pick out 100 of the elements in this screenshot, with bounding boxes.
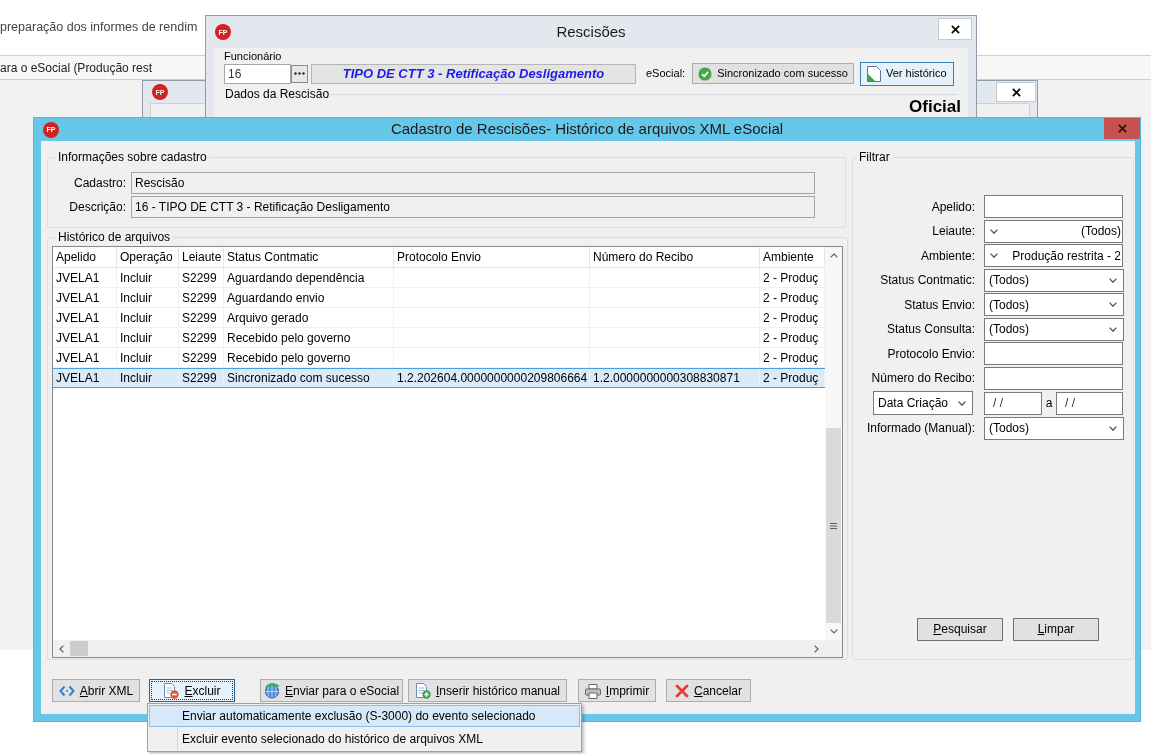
table-cell: Sincronizado com sucesso bbox=[224, 369, 394, 387]
table-cell: JVELA1 bbox=[53, 328, 117, 347]
input-field[interactable] bbox=[984, 342, 1123, 365]
group-title: Filtrar bbox=[858, 150, 891, 164]
field-label: eSocial: bbox=[646, 66, 686, 82]
chevron-right-icon bbox=[814, 644, 819, 653]
table-cell: Recebido pelo governo bbox=[224, 328, 394, 347]
menu-item[interactable]: Enviar automaticamente exclusão (S-3000) do evento selecionado bbox=[149, 705, 580, 727]
close-icon bbox=[1011, 87, 1021, 97]
table-cell: JVELA1 bbox=[53, 268, 117, 287]
table-cell: JVELA1 bbox=[53, 348, 117, 367]
field-label: Status Consulta: bbox=[885, 321, 975, 338]
search-button[interactable]: Pesquisar bbox=[917, 617, 1003, 641]
clear-button[interactable]: Limpar bbox=[1013, 617, 1099, 641]
field-label: Apelido: bbox=[930, 198, 975, 216]
table-cell: S2299 bbox=[179, 308, 224, 327]
table-row[interactable]: JVELA1 Incluir S2299 Recebido pelo governo 2 - Produç bbox=[53, 328, 825, 348]
status-label: Oficial bbox=[909, 98, 961, 115]
column-header[interactable]: Status Contmatic bbox=[224, 247, 394, 267]
table-row[interactable]: JVELA1 Incluir S2299 Arquivo gerado 2 - Produç bbox=[53, 308, 825, 328]
group-title: Dados da Rescisão bbox=[224, 87, 331, 101]
range-label: a bbox=[1044, 395, 1054, 412]
dropdown[interactable]: (Todos) bbox=[984, 268, 1124, 292]
table-cell: S2299 bbox=[179, 288, 224, 307]
table-cell: Arquivo gerado bbox=[224, 308, 394, 327]
column-header[interactable]: Apelido bbox=[53, 247, 117, 267]
dropdown[interactable]: (Todos) bbox=[984, 416, 1124, 440]
dropdown[interactable]: (Todos) bbox=[984, 317, 1124, 341]
table-row[interactable]: JVELA1 Incluir S2299 Sincronizado com sucesso 1.2.202604.0000000000209806664 1.2.0000000000308830871 2 - Produç bbox=[53, 368, 825, 388]
code-field: 16 bbox=[224, 63, 291, 84]
close-icon bbox=[1117, 124, 1127, 133]
input-field[interactable] bbox=[984, 366, 1123, 390]
field-label: Número do Recibo: bbox=[870, 370, 975, 387]
column-header[interactable]: Leiaute bbox=[179, 247, 224, 267]
table-cell: Aguardando envio bbox=[224, 288, 394, 307]
table-row[interactable]: JVELA1 Incluir S2299 Aguardando dependência 2 - Produç bbox=[53, 268, 825, 288]
column-header[interactable]: Número do Recibo bbox=[590, 247, 760, 267]
field-label: Status Contmatic: bbox=[879, 272, 975, 289]
table-cell: 1.2.0000000000308830871 bbox=[590, 369, 760, 387]
readonly-field: 16 - TIPO DE CTT 3 - Retificação Desligamento bbox=[131, 196, 815, 218]
employee-name-field: TIPO DE CTT 3 - Retificação Desligamento bbox=[311, 63, 636, 84]
column-header[interactable]: Operação bbox=[117, 247, 179, 267]
insert-button[interactable]: Inserir histórico manual bbox=[408, 679, 567, 702]
readonly-field: Rescisão bbox=[131, 172, 815, 194]
close-icon bbox=[950, 24, 960, 34]
field-label: Ambiente: bbox=[919, 247, 975, 265]
chevron-down-icon bbox=[990, 228, 998, 234]
table-cell: S2299 bbox=[179, 348, 224, 367]
table-row[interactable]: JVELA1 Incluir S2299 Aguardando envio 2 - Produç bbox=[53, 288, 825, 308]
table-cell: Aguardando dependência bbox=[224, 268, 394, 287]
date-field[interactable]: / / bbox=[984, 391, 1042, 415]
chevron-left-icon bbox=[59, 644, 64, 653]
chevron-down-icon bbox=[1109, 425, 1117, 431]
field-label: Informado (Manual): bbox=[865, 420, 975, 437]
menu-item[interactable]: Excluir evento selecionado do histórico de arquivos XML bbox=[149, 728, 580, 750]
table-cell: S2299 bbox=[179, 369, 224, 387]
scroll-thumb[interactable] bbox=[70, 641, 88, 656]
history-button[interactable]: Ver histórico bbox=[860, 61, 954, 86]
page-heading: preparação dos informes de rendim bbox=[0, 19, 198, 37]
group-title: Histórico de arquivos bbox=[57, 230, 172, 244]
window-title: Cadastro de Rescisões- Histórico de arquivos XML eSocial bbox=[390, 119, 784, 140]
chevron-up-icon bbox=[829, 253, 838, 258]
print-button[interactable]: Imprimir bbox=[578, 679, 656, 702]
close-button[interactable] bbox=[938, 18, 972, 40]
delete-button[interactable]: Excluir bbox=[149, 679, 235, 702]
scroll-thumb[interactable] bbox=[826, 428, 841, 623]
x-mark-icon bbox=[675, 683, 689, 698]
date-field[interactable]: / / bbox=[1056, 391, 1123, 415]
dropdown[interactable]: Produção restrita - 2 bbox=[984, 244, 1123, 267]
table-cell: JVELA1 bbox=[53, 369, 117, 387]
dropdown[interactable]: Data Criação bbox=[873, 391, 973, 415]
table-cell: Incluir bbox=[117, 328, 179, 347]
table-cell: S2299 bbox=[179, 328, 224, 347]
tab-label[interactable]: ara o eSocial (Produção rest bbox=[0, 58, 153, 77]
send-button[interactable]: Enviar para o eSocial bbox=[260, 679, 403, 702]
field-label: Protocolo Envio: bbox=[886, 345, 975, 363]
cancel-button[interactable]: Cancelar bbox=[666, 679, 751, 702]
field-label: Funcionário bbox=[224, 50, 282, 62]
input-field[interactable] bbox=[984, 195, 1123, 218]
close-button[interactable] bbox=[996, 82, 1036, 102]
table-cell: Incluir bbox=[117, 348, 179, 367]
open-xml-button[interactable]: Abrir XML bbox=[52, 679, 140, 702]
printer-icon bbox=[584, 682, 601, 699]
document-icon bbox=[867, 65, 881, 82]
grip-icon bbox=[830, 522, 837, 529]
dropdown[interactable]: (Todos) bbox=[984, 293, 1124, 316]
table-cell: JVELA1 bbox=[53, 288, 117, 307]
column-header[interactable]: Protocolo Envio bbox=[394, 247, 590, 267]
chevron-down-icon bbox=[1109, 302, 1117, 307]
status-button[interactable]: Sincronizado com sucesso bbox=[692, 63, 854, 84]
chevron-down-icon bbox=[829, 629, 838, 634]
dropdown[interactable]: (Todos) bbox=[984, 219, 1123, 243]
chevron-down-icon bbox=[1109, 326, 1117, 332]
browse-button[interactable] bbox=[291, 64, 308, 83]
check-circle-icon bbox=[698, 66, 713, 81]
globe-arrow-icon bbox=[263, 682, 280, 699]
group-title: Informações sobre cadastro bbox=[57, 150, 208, 164]
document-plus-icon bbox=[414, 682, 431, 699]
document-minus-icon bbox=[163, 682, 180, 699]
table-cell: 1.2.202604.0000000000209806664 bbox=[394, 369, 590, 387]
